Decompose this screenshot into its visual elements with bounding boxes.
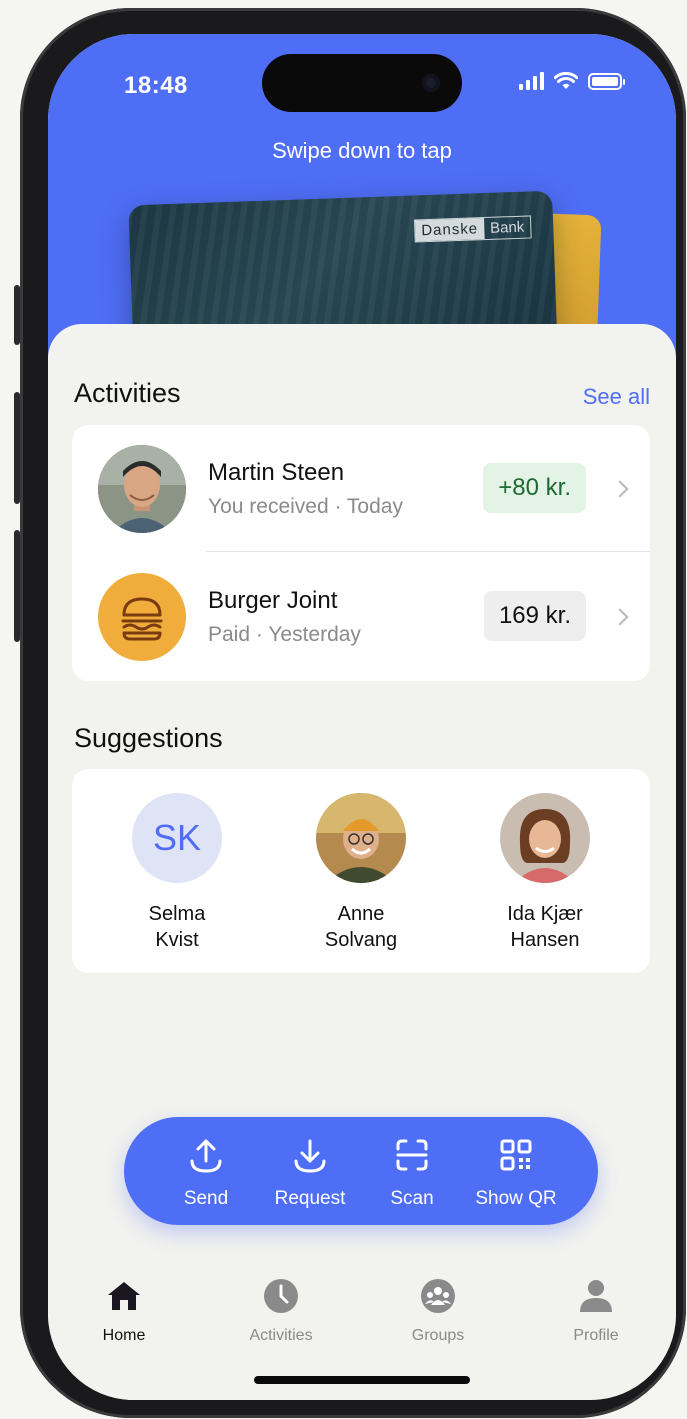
show-qr-button[interactable]: Show QR [464,1135,568,1210]
chevron-right-icon [611,608,629,626]
activity-subtitle: Paid · Yesterday [208,623,361,646]
qr-icon [500,1139,532,1171]
home-icon [108,1282,140,1310]
amount-badge: +80 kr. [483,463,586,513]
tab-bar: Home Activities Groups Profile [48,1264,676,1344]
scan-icon [396,1139,428,1171]
suggestion-name: Ida Kjær Hansen [507,903,583,951]
burger-avatar [98,573,186,661]
activity-subtitle: You received · Today [208,495,403,518]
activity-row-burger[interactable]: Burger Joint Paid · Yesterday 169 kr. [72,553,650,681]
wifi-icon [554,72,578,89]
tab-profile[interactable]: Profile [536,1276,656,1345]
volume-down-button [14,530,20,642]
amount-badge: 169 kr. [483,591,586,641]
ida-avatar [500,793,590,883]
tab-activities[interactable]: Activities [221,1276,341,1345]
martin-avatar [98,445,186,533]
initials-avatar: SK [132,793,222,883]
burger-icon [121,597,163,641]
bank-logo: Danske Bank [413,215,532,243]
signal-icon [519,72,544,90]
suggestion-name: Anne Solvang [324,903,398,951]
volume-up-button [14,392,20,504]
anne-avatar [316,793,406,883]
swipe-hint: Swipe down to tap [272,138,452,163]
upload-icon [190,1139,222,1173]
divider [206,551,650,552]
scan-button[interactable]: Scan [372,1135,452,1210]
activity-name: Burger Joint [208,587,338,614]
activity-name: Martin Steen [208,459,345,486]
tab-home[interactable]: Home [64,1276,184,1345]
tab-groups[interactable]: Groups [378,1276,498,1345]
camera-icon [422,74,440,92]
clock-icon [264,1279,298,1313]
home-indicator[interactable] [254,1376,470,1384]
chevron-right-icon [611,480,629,498]
status-time: 18:48 [124,72,188,99]
quick-actions-bar: Send Request Scan Show QR [124,1117,598,1225]
suggestions-panel: SK Selma Kvist Anne Solvang Ida Kjær Han… [72,769,650,973]
battery-icon [588,72,625,90]
suggestions-title: Suggestions [74,723,223,753]
person-icon [580,1280,612,1312]
activities-title: Activities [74,378,181,408]
dynamic-island [262,54,462,112]
download-icon [294,1139,326,1173]
status-icons [519,72,625,90]
activities-panel: Martin Steen You received · Today +80 kr… [72,425,650,681]
request-button[interactable]: Request [260,1135,360,1210]
activity-row-martin[interactable]: Martin Steen You received · Today +80 kr… [72,425,650,553]
send-button[interactable]: Send [158,1135,254,1210]
see-all-link[interactable]: See all [583,384,650,410]
suggestion-anne[interactable]: Anne Solvang [281,793,441,953]
suggestion-ida[interactable]: Ida Kjær Hansen [465,793,625,953]
groups-icon [421,1279,455,1313]
phone-screen: 18:48 Swipe down to tap Danske Bank Activ… [48,34,676,1400]
suggestion-name: Selma Kvist [148,903,206,951]
silent-switch [14,285,20,345]
hero-header: 18:48 Swipe down to tap Danske Bank [48,34,676,426]
suggestion-selma[interactable]: SK Selma Kvist [97,793,257,953]
